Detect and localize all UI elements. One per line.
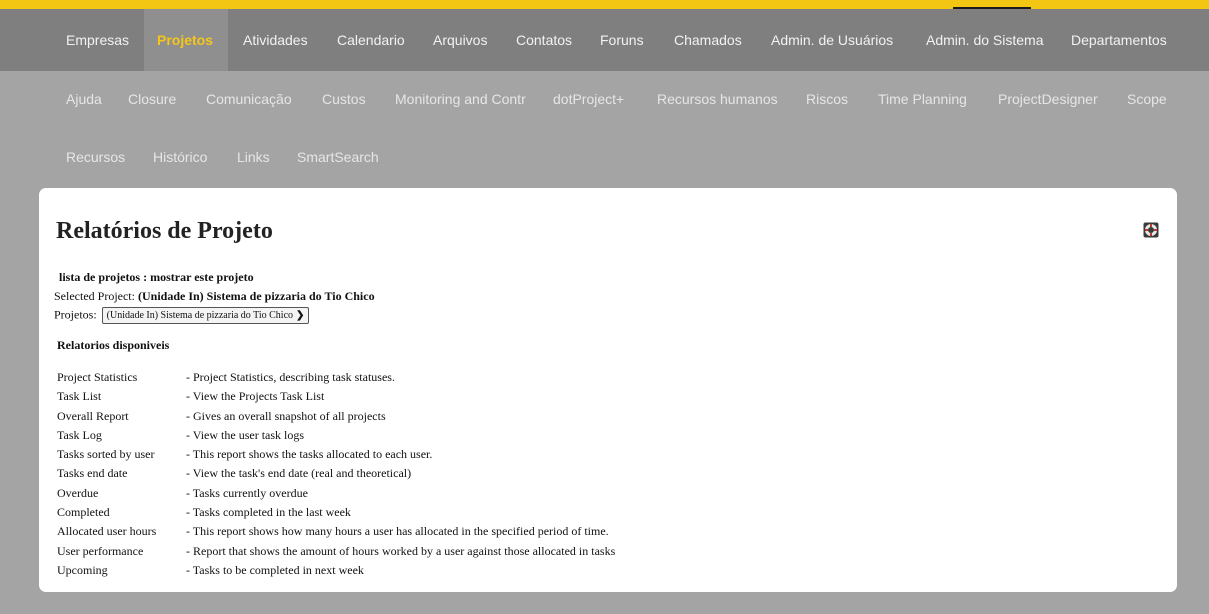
report-description: - Tasks to be completed in next week bbox=[186, 562, 364, 577]
module-scope[interactable]: Scope bbox=[1127, 89, 1167, 109]
page-title: Relatórios de Projeto bbox=[56, 218, 273, 244]
nav-projetos[interactable]: Projetos bbox=[157, 9, 213, 71]
report-link[interactable]: Task List bbox=[57, 387, 101, 406]
report-description: - Tasks currently overdue bbox=[186, 485, 308, 500]
selected-project-label: Selected Project: bbox=[54, 289, 135, 303]
nav-empresas[interactable]: Empresas bbox=[66, 9, 129, 71]
nav-calendario[interactable]: Calendario bbox=[337, 9, 405, 71]
projects-label: Projetos: bbox=[54, 307, 97, 322]
project-select-value: (Unidade In) Sistema de pizzaria do Tio … bbox=[106, 310, 294, 321]
module-links[interactable]: Links bbox=[237, 147, 270, 167]
module-time-planning[interactable]: Time Planning bbox=[878, 89, 967, 109]
nav-chamados[interactable]: Chamados bbox=[674, 9, 742, 71]
selected-project-line: Selected Project: (Unidade In) Sistema d… bbox=[54, 289, 375, 304]
report-link[interactable]: Overall Report bbox=[57, 407, 129, 426]
report-description: - View the Projects Task List bbox=[186, 389, 325, 404]
report-description: - Report that shows the amount of hours … bbox=[186, 543, 616, 558]
report-link[interactable]: User performance bbox=[57, 542, 143, 561]
project-selector-row: Projetos: (Unidade In) Sistema de pizzar… bbox=[54, 307, 310, 324]
report-link[interactable]: Task Log bbox=[57, 426, 102, 445]
report-description: - Gives an overall snapshot of all proje… bbox=[186, 408, 386, 423]
module-historico[interactable]: Histórico bbox=[153, 147, 207, 167]
report-link[interactable]: Completed bbox=[57, 503, 110, 522]
module-ajuda[interactable]: Ajuda bbox=[66, 89, 102, 109]
nav-admin-usuarios[interactable]: Admin. de Usuários bbox=[771, 9, 893, 71]
report-link[interactable]: Tasks end date bbox=[57, 464, 127, 483]
lifebuoy-icon[interactable] bbox=[1143, 222, 1159, 238]
nav-atividades[interactable]: Atividades bbox=[243, 9, 308, 71]
module-smartsearch[interactable]: SmartSearch bbox=[297, 147, 379, 167]
module-riscos[interactable]: Riscos bbox=[806, 89, 848, 109]
module-custos[interactable]: Custos bbox=[322, 89, 366, 109]
project-select[interactable]: (Unidade In) Sistema de pizzaria do Tio … bbox=[101, 307, 310, 324]
report-link[interactable]: Tasks sorted by user bbox=[57, 445, 154, 464]
module-projectdesigner[interactable]: ProjectDesigner bbox=[998, 89, 1098, 109]
nav-departamentos[interactable]: Departamentos bbox=[1071, 9, 1167, 71]
report-description: - Project Statistics, describing task st… bbox=[186, 370, 395, 384]
available-reports-heading: Relatorios disponiveis bbox=[57, 338, 170, 352]
report-description: - Tasks completed in the last week bbox=[186, 505, 351, 520]
nav-arquivos[interactable]: Arquivos bbox=[433, 9, 487, 71]
chevron-down-icon: ❯ bbox=[296, 310, 305, 321]
report-link[interactable]: Upcoming bbox=[57, 561, 108, 580]
module-comunicacao[interactable]: Comunicação bbox=[206, 89, 292, 109]
breadcrumb[interactable]: lista de projetos : mostrar este projeto bbox=[59, 270, 254, 285]
report-description: - View the task's end date (real and the… bbox=[186, 466, 412, 481]
report-link[interactable]: Project Statistics bbox=[57, 368, 137, 387]
module-closure[interactable]: Closure bbox=[128, 89, 176, 109]
top-accent-bar bbox=[0, 0, 1209, 9]
module-navigation: Ajuda Closure Comunicação Custos Monitor… bbox=[0, 71, 1209, 186]
report-description: - This report shows how many hours a use… bbox=[186, 524, 609, 539]
reports-panel: Relatórios de Projeto lista de projetos … bbox=[39, 188, 1177, 592]
report-description: - View the user task logs bbox=[186, 427, 305, 442]
nav-contatos[interactable]: Contatos bbox=[516, 9, 572, 71]
report-link[interactable]: Overdue bbox=[57, 484, 98, 503]
report-link[interactable]: Allocated user hours bbox=[57, 522, 156, 541]
module-monitoring[interactable]: Monitoring and Contr bbox=[395, 89, 526, 109]
module-recursos-humanos[interactable]: Recursos humanos bbox=[657, 89, 778, 109]
module-dotproject-plus[interactable]: dotProject+ bbox=[553, 89, 624, 109]
top-accent-tab bbox=[953, 0, 1031, 9]
report-description: - This report shows the tasks allocated … bbox=[186, 447, 433, 462]
main-navigation: Empresas Projetos Atividades Calendario … bbox=[0, 9, 1209, 71]
nav-admin-sistema[interactable]: Admin. do Sistema bbox=[926, 9, 1044, 71]
module-recursos[interactable]: Recursos bbox=[66, 147, 125, 167]
nav-foruns[interactable]: Foruns bbox=[600, 9, 644, 71]
selected-project-value: (Unidade In) Sistema de pizzaria do Tio … bbox=[137, 289, 375, 303]
